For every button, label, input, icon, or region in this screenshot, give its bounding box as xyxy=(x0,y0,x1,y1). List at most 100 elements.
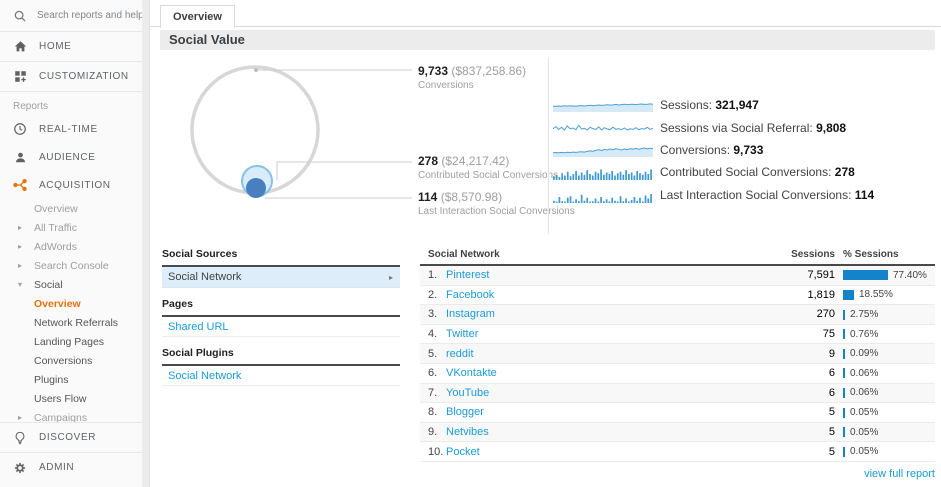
search-input[interactable]: Search reports and help xyxy=(0,0,149,32)
sidebar-item-search-console[interactable]: ▸Search Console xyxy=(0,256,149,275)
selector-group-title: Social Plugins xyxy=(162,344,400,366)
chevron-right-icon: ▸ xyxy=(18,242,22,251)
metric-label: Conversions: 9,733 xyxy=(660,143,763,157)
sidebar-item-audience[interactable]: AUDIENCE xyxy=(0,143,149,171)
sidebar-item-social-overview[interactable]: Overview xyxy=(0,294,149,313)
sidebar-item-network-referrals[interactable]: Network Referrals xyxy=(0,313,149,332)
sidebar-item-adwords[interactable]: ▸AdWords xyxy=(0,237,149,256)
pct-sessions-label: 18.55% xyxy=(859,289,893,300)
selector-item-shared-url[interactable]: Shared URL xyxy=(162,317,400,337)
pct-sessions-label: 0.05% xyxy=(850,446,878,457)
selector-group-title: Social Sources xyxy=(162,245,400,267)
sidebar-item-landing-pages[interactable]: Landing Pages xyxy=(0,332,149,351)
sessions-cell: 1,819 xyxy=(765,289,835,301)
clock-icon xyxy=(12,121,28,137)
sidebar-item-plugins[interactable]: Plugins xyxy=(0,370,149,389)
social-network-link[interactable]: Pinterest xyxy=(446,269,489,281)
sidebar-item-real-time[interactable]: REAL-TIME xyxy=(0,115,149,143)
report-selector-panel: Social SourcesSocial Network▸PagesShared… xyxy=(162,245,400,386)
acquisition-icon xyxy=(12,177,28,193)
sidebar: Search reports and help HOME CUSTOMIZATIO… xyxy=(0,0,150,487)
sidebar-item-acquisition-overview[interactable]: Overview xyxy=(0,199,149,218)
pct-sessions-cell: 0.05% xyxy=(835,426,935,438)
social-network-link[interactable]: Facebook xyxy=(446,289,494,301)
table-header-row: Social NetworkSessions% Sessions xyxy=(420,245,935,266)
sidebar-item-users-flow[interactable]: Users Flow xyxy=(0,389,149,408)
table-row: 5.reddit90.09% xyxy=(420,344,935,364)
metric-label: Sessions: 321,947 xyxy=(660,98,759,112)
pct-sessions-bar xyxy=(843,329,845,339)
sidebar-item-home[interactable]: HOME xyxy=(0,32,149,62)
sidebar-item-label: Network Referrals xyxy=(34,317,118,329)
metric-row-4: Contributed Social Conversions: 278 xyxy=(553,164,855,180)
callout-value: 278 ($24,217.42) xyxy=(418,154,558,168)
row-rank: 7. xyxy=(420,387,446,399)
sidebar-item-label: Overview xyxy=(34,298,81,310)
sidebar-scrollbar[interactable] xyxy=(142,0,149,487)
column-header-sessions: Sessions xyxy=(765,249,835,260)
pct-sessions-bar xyxy=(843,368,845,378)
sessions-cell: 6 xyxy=(765,367,835,379)
tab-overview[interactable]: Overview xyxy=(160,5,235,28)
sidebar-item-label: CUSTOMIZATION xyxy=(39,71,129,82)
column-header-social-network: Social Network xyxy=(420,249,765,260)
sessions-cell: 6 xyxy=(765,387,835,399)
social-value-bubble-chart xyxy=(150,50,430,240)
reports-section-label: Reports xyxy=(0,92,149,115)
sessions-cell: 5 xyxy=(765,426,835,438)
pct-sessions-bar xyxy=(843,349,845,359)
selector-item-social-network[interactable]: Social Network▸ xyxy=(162,267,400,288)
social-network-cell: Facebook xyxy=(446,289,765,301)
sidebar-item-admin[interactable]: ADMIN xyxy=(0,452,150,482)
vertical-divider xyxy=(548,58,549,234)
social-network-link[interactable]: VKontakte xyxy=(446,367,497,379)
view-full-report-link[interactable]: view full report xyxy=(864,468,935,480)
sidebar-item-all-traffic[interactable]: ▸All Traffic xyxy=(0,218,149,237)
social-network-link[interactable]: Instagram xyxy=(446,308,495,320)
lightbulb-icon xyxy=(12,430,28,446)
social-network-link[interactable]: Netvibes xyxy=(446,426,489,438)
sidebar-item-label: DISCOVER xyxy=(39,432,96,443)
social-network-cell: Pinterest xyxy=(446,269,765,281)
home-icon xyxy=(12,39,28,55)
column-header-pct-sessions: % Sessions xyxy=(835,249,935,260)
sidebar-item-discover[interactable]: DISCOVER xyxy=(0,422,150,452)
search-icon xyxy=(12,8,28,24)
tab-overview-label: Overview xyxy=(173,11,222,23)
row-rank: 9. xyxy=(420,426,446,438)
social-network-link[interactable]: Pocket xyxy=(446,446,480,458)
social-network-link[interactable]: Twitter xyxy=(446,328,478,340)
pct-sessions-cell: 2.75% xyxy=(835,308,935,320)
pct-sessions-label: 0.06% xyxy=(850,387,878,398)
sessions-cell: 5 xyxy=(765,406,835,418)
sidebar-item-label: ACQUISITION xyxy=(39,180,111,191)
selector-item-social-network[interactable]: Social Network xyxy=(162,366,400,386)
social-network-cell: YouTube xyxy=(446,387,765,399)
table-row: 8.Blogger50.05% xyxy=(420,403,935,423)
pct-sessions-bar xyxy=(843,270,888,280)
sidebar-item-social-conversions[interactable]: Conversions xyxy=(0,351,149,370)
sidebar-item-label: All Traffic xyxy=(34,222,77,234)
sidebar-item-customization[interactable]: CUSTOMIZATION xyxy=(0,62,149,92)
metric-row-2: Sessions via Social Referral: 9,808 xyxy=(553,120,846,136)
pct-sessions-cell: 77.40% xyxy=(835,269,935,281)
last-interaction-social-circle xyxy=(246,178,266,198)
sidebar-item-label: HOME xyxy=(39,41,71,52)
sidebar-item-acquisition[interactable]: ACQUISITION xyxy=(0,171,149,199)
pct-sessions-bar xyxy=(843,290,854,300)
row-rank: 2. xyxy=(420,289,446,301)
social-network-link[interactable]: YouTube xyxy=(446,387,489,399)
social-network-link[interactable]: reddit xyxy=(446,348,474,360)
sessions-cell: 9 xyxy=(765,348,835,360)
chevron-right-icon: ▸ xyxy=(18,261,22,270)
report-content: Overview Social Value 9,733 ($837,258.86… xyxy=(150,0,941,487)
ga-social-overview-app: Search reports and help HOME CUSTOMIZATIO… xyxy=(0,0,941,487)
table-row: 4.Twitter750.76% xyxy=(420,325,935,345)
pct-sessions-bar xyxy=(843,447,845,457)
sidebar-item-label: REAL-TIME xyxy=(39,124,98,135)
sidebar-item-label: ADMIN xyxy=(39,462,74,473)
row-rank: 4. xyxy=(420,328,446,340)
social-network-link[interactable]: Blogger xyxy=(446,406,484,418)
sidebar-item-social[interactable]: ▾Social xyxy=(0,275,149,294)
row-rank: 3. xyxy=(420,308,446,320)
